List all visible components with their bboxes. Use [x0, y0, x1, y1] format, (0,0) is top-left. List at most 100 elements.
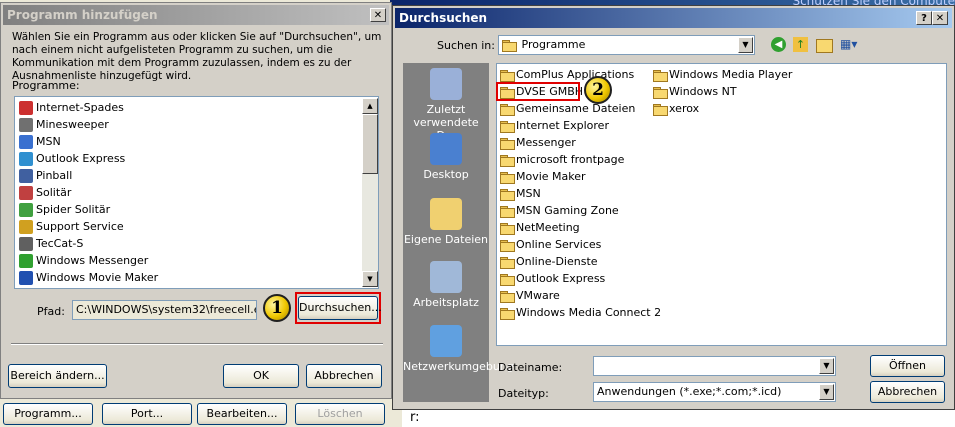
path-field[interactable]: C:\WINDOWS\system32\freecell.exe: [72, 300, 257, 320]
folder-item[interactable]: Windows Media Connect 2: [500, 304, 661, 321]
scroll-down-icon[interactable]: ▼: [362, 271, 378, 287]
programs-scrollbar[interactable]: ▲ ▼: [362, 98, 378, 287]
add-program-title: Programm hinzufügen: [7, 8, 158, 22]
open-button[interactable]: Öffnen: [870, 355, 945, 377]
new-folder-icon[interactable]: [816, 39, 833, 53]
scroll-up-icon[interactable]: ▲: [362, 98, 378, 114]
add-program-titlebar: Programm hinzufügen: [3, 5, 389, 25]
filetype-dropdown[interactable]: Anwendungen (*.exe;*.com;*.icd) ▼: [593, 382, 836, 402]
chevron-down-icon[interactable]: ▼: [819, 358, 834, 374]
lookin-value: Programme: [521, 38, 586, 51]
program-label: Solitär: [36, 186, 72, 199]
place-item[interactable]: Eigene Dateien: [403, 198, 489, 246]
folder-label: MSN: [516, 187, 541, 200]
folder-item[interactable]: microsoft frontpage: [500, 151, 624, 168]
folder-item[interactable]: xerox: [653, 100, 699, 117]
path-label: Pfad:: [37, 305, 65, 318]
lookin-dropdown[interactable]: Programme ▼: [498, 35, 755, 55]
folder-label: Messenger: [516, 136, 576, 149]
view-menu-icon[interactable]: ▦▾: [840, 37, 862, 52]
folder-item[interactable]: Internet Explorer: [500, 117, 609, 134]
up-folder-icon[interactable]: ↑: [793, 37, 808, 52]
folder-icon: [500, 154, 515, 167]
folder-item[interactable]: Windows Media Player: [653, 66, 792, 83]
filetype-label: Dateityp:: [498, 387, 549, 400]
folder-icon: [502, 39, 517, 52]
program-icon: [19, 203, 33, 217]
program-label: Internet-Spades: [36, 101, 124, 114]
list-item[interactable]: Solitär: [19, 184, 71, 201]
place-item[interactable]: Arbeitsplatz: [403, 261, 489, 309]
background-window-content: r:: [402, 408, 955, 427]
folder-item[interactable]: NetMeeting: [500, 219, 580, 236]
folder-label: VMware: [516, 289, 560, 302]
list-item[interactable]: Outlook Express: [19, 150, 125, 167]
list-item[interactable]: Windows Movie Maker: [19, 269, 158, 286]
folder-label: Gemeinsame Dateien: [516, 102, 636, 115]
program-button[interactable]: Programm...: [3, 403, 93, 425]
dvse-highlight: [496, 82, 580, 101]
folder-item[interactable]: ComPlus Applications: [500, 66, 634, 83]
folder-item[interactable]: MSN: [500, 185, 541, 202]
close-icon[interactable]: ✕: [370, 8, 386, 22]
folder-label: Windows Media Player: [669, 68, 793, 81]
delete-button[interactable]: Löschen: [295, 403, 385, 425]
folder-item[interactable]: MSN Gaming Zone: [500, 202, 619, 219]
folder-item[interactable]: VMware: [500, 287, 560, 304]
help-icon[interactable]: ?: [916, 11, 932, 25]
folder-label: MSN Gaming Zone: [516, 204, 619, 217]
folder-item[interactable]: Online-Dienste: [500, 253, 598, 270]
folder-item[interactable]: Online Services: [500, 236, 601, 253]
ok-button[interactable]: OK: [223, 364, 299, 388]
place-label: Arbeitsplatz: [413, 296, 479, 309]
step-marker-2: 2: [584, 76, 612, 104]
folder-icon: [500, 171, 515, 184]
folder-item[interactable]: Messenger: [500, 134, 576, 151]
folder-item[interactable]: Outlook Express: [500, 270, 605, 287]
programs-list[interactable]: Internet-Spades Minesweeper MSN Outlook Exp…: [14, 96, 379, 289]
cancel-button[interactable]: Abbrechen: [306, 364, 382, 388]
place-icon: [430, 68, 462, 100]
folder-icon: [500, 69, 515, 82]
program-label: Windows Messenger: [36, 254, 149, 267]
add-program-description: Wählen Sie ein Programm aus oder klicken…: [12, 31, 382, 82]
folder-icon: [500, 273, 515, 286]
list-item[interactable]: Windows Messenger: [19, 252, 148, 269]
list-item[interactable]: Pinball: [19, 167, 72, 184]
folder-label: Windows NT: [669, 85, 737, 98]
place-item[interactable]: Zuletzt verwendete D...: [403, 68, 489, 142]
folder-item[interactable]: Windows NT: [653, 83, 737, 100]
edit-button[interactable]: Bearbeiten...: [197, 403, 287, 425]
program-label: Pinball: [36, 169, 73, 182]
place-item[interactable]: Netzwerkumgebung: [403, 325, 514, 373]
chevron-down-icon[interactable]: ▼: [819, 384, 834, 400]
list-item[interactable]: Spider Solitär: [19, 201, 110, 218]
list-item[interactable]: TecCat-S: [19, 235, 83, 252]
step-marker-1: 1: [263, 294, 291, 322]
program-label: Minesweeper: [36, 118, 109, 131]
change-scope-button[interactable]: Bereich ändern...: [8, 364, 107, 388]
folder-label: Online Services: [516, 238, 602, 251]
folder-icon: [500, 103, 515, 116]
folder-item[interactable]: Movie Maker: [500, 168, 586, 185]
port-button[interactable]: Port...: [102, 403, 192, 425]
place-label: Desktop: [423, 168, 469, 181]
folder-icon: [500, 120, 515, 133]
scroll-thumb[interactable]: [362, 114, 378, 174]
place-item[interactable]: Desktop: [403, 133, 489, 181]
list-item[interactable]: Support Service: [19, 218, 124, 235]
list-item[interactable]: Internet-Spades: [19, 99, 124, 116]
list-item[interactable]: MSN: [19, 133, 61, 150]
browse-cancel-button[interactable]: Abbrechen: [870, 381, 945, 403]
folder-list[interactable]: ComPlus Applications DVSE GMBH Gemeinsame …: [496, 63, 947, 346]
folder-icon: [500, 205, 515, 218]
list-item[interactable]: Minesweeper: [19, 116, 109, 133]
back-icon[interactable]: ◀: [771, 37, 786, 52]
close-icon[interactable]: ✕: [932, 11, 948, 25]
folder-item[interactable]: Gemeinsame Dateien: [500, 100, 635, 117]
folder-icon: [500, 239, 515, 252]
browse-button[interactable]: Durchsuchen...: [298, 296, 382, 320]
program-icon: [19, 152, 33, 166]
chevron-down-icon[interactable]: ▼: [738, 37, 753, 53]
filename-input[interactable]: ▼: [593, 356, 836, 376]
